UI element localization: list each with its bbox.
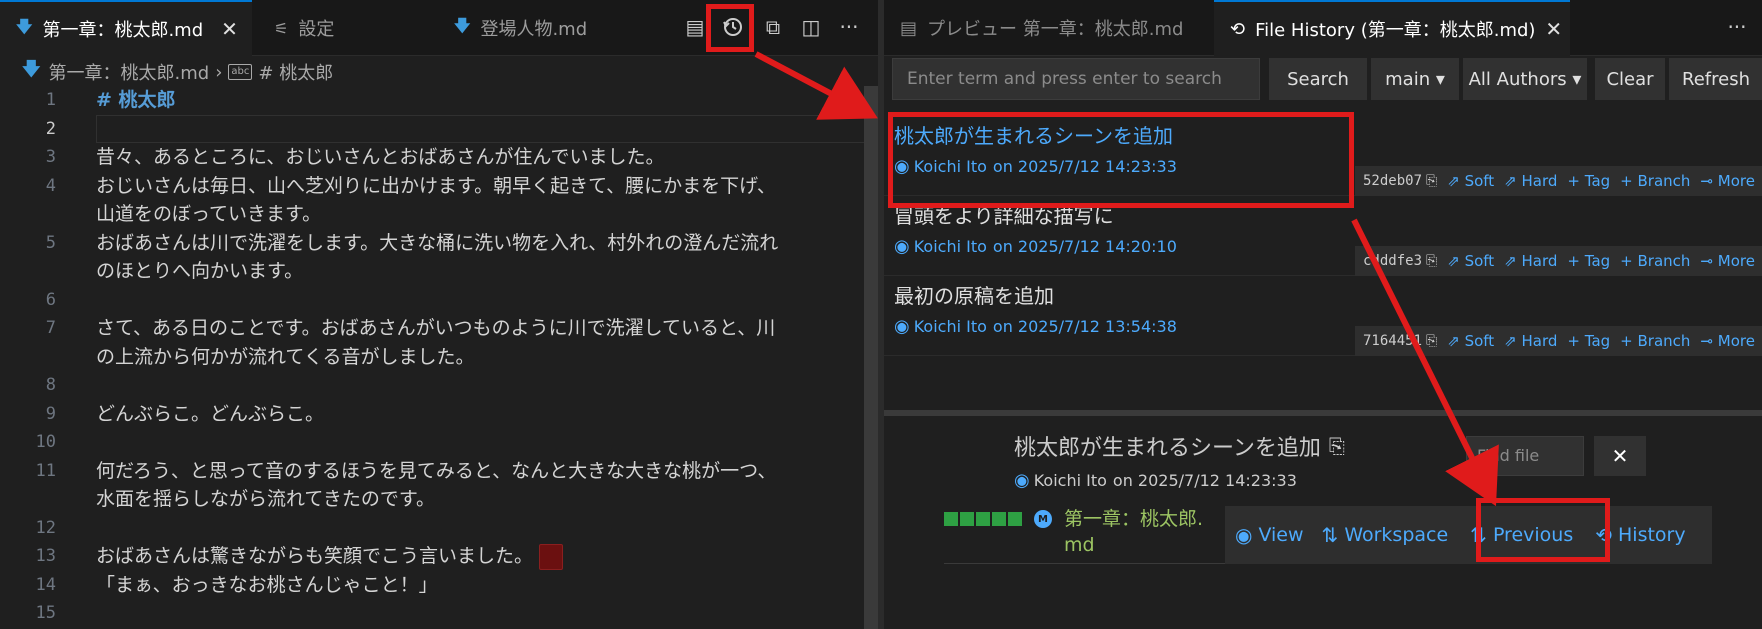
annotation-arrows	[754, 51, 1499, 507]
